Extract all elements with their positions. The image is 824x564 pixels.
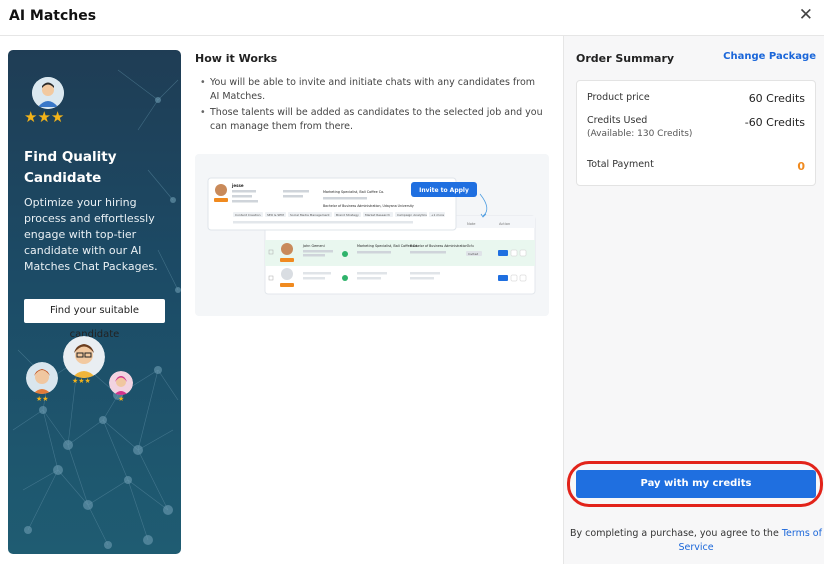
candidate-avatar: [32, 77, 64, 109]
pay-with-credits-button[interactable]: Pay with my credits: [576, 470, 816, 498]
promo-description: Optimize your hiring process and effortl…: [24, 196, 158, 273]
skill-chip: Brand Strategy: [336, 213, 359, 217]
table-header: Note: [467, 222, 476, 226]
skill-chip: Content Creation: [235, 213, 261, 217]
total-payment-value: 0: [797, 160, 805, 173]
promo-panel: ★★★ Find Quality Candidate Optimize your…: [8, 50, 181, 554]
row-note: Tofu: [466, 244, 474, 248]
invite-to-apply-button: Invite to Apply: [419, 187, 469, 194]
credits-available: (Available: 130 Credits): [587, 129, 693, 139]
credits-used-label: Credits Used: [587, 115, 648, 126]
row-info: John Gemeni: [302, 244, 325, 248]
product-price-label: Product price: [587, 92, 650, 103]
terms-notice: By completing a purchase, you agree to t…: [570, 527, 822, 555]
candidate-face-left: [26, 362, 58, 394]
total-payment-label: Total Payment: [587, 159, 654, 170]
feature-preview-image: Info Latest Position Education Note Acti…: [195, 154, 549, 316]
rating-stars-icon: ★★★: [72, 377, 91, 385]
rating-stars-icon: ★: [118, 395, 125, 403]
change-package-link[interactable]: Change Package: [723, 51, 816, 62]
rating-stars-icon: ★★★: [24, 108, 65, 126]
skill-chip: SEO & SEM: [267, 213, 284, 217]
card-role: Marketing Specialist, Bali Coffee Co.: [323, 190, 384, 194]
credits-used-value: -60 Credits: [744, 116, 805, 129]
dialog-header: AI Matches ✕: [0, 0, 824, 36]
row-badge: Invited: [468, 252, 478, 256]
promo-tag: Find your suitable candidate: [24, 299, 165, 340]
candidate-face-center: [63, 336, 105, 378]
how-it-works-list: You will be able to invite and initiate …: [200, 76, 545, 136]
skill-chip: +1 more: [431, 213, 444, 217]
close-icon[interactable]: ✕: [799, 5, 813, 25]
skill-chip: Market Research: [365, 213, 390, 217]
row-education: Bachelor of Business Administration: [410, 244, 468, 248]
dialog-title: AI Matches: [9, 8, 97, 24]
list-item: You will be able to invite and initiate …: [200, 76, 545, 104]
table-header: Action: [499, 222, 510, 226]
product-price-value: 60 Credits: [748, 92, 805, 105]
card-name: jesse: [231, 183, 244, 188]
order-summary-card: Product price 60 Credits Credits Used (A…: [576, 80, 816, 186]
candidate-face-right: [109, 371, 133, 395]
skill-chip: Campaign Analytics: [397, 213, 427, 217]
terms-text: By completing a purchase, you agree to t…: [570, 528, 782, 539]
rating-stars-icon: ★★: [36, 395, 49, 403]
promo-heading: Find Quality Candidate: [24, 149, 117, 186]
order-summary-title: Order Summary: [576, 52, 675, 65]
list-item: Those talents will be added as candidate…: [200, 106, 545, 134]
how-it-works-title: How it Works: [195, 52, 278, 65]
card-education: Bachelor of Business Administration, Uda…: [323, 204, 414, 208]
skill-chip: Social Media Management: [290, 213, 330, 217]
